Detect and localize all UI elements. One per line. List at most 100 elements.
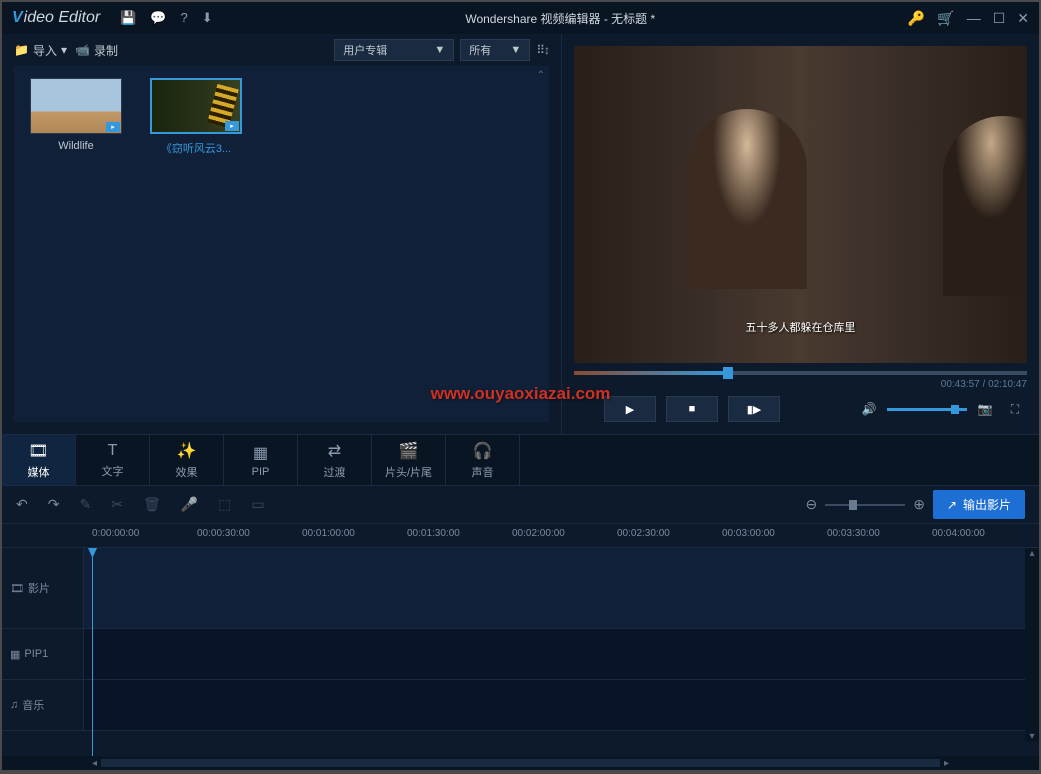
- grid-view-icon[interactable]: ⠿↕: [536, 43, 549, 57]
- cut-icon[interactable]: ✂: [111, 496, 123, 513]
- tab-transition[interactable]: ⇄过渡: [298, 435, 372, 485]
- chat-icon[interactable]: 💬: [150, 10, 166, 26]
- media-item-movie[interactable]: ▸ 《窃听风云3...: [146, 78, 246, 156]
- filter-dropdown[interactable]: 所有 ▼: [460, 39, 530, 61]
- tab-text[interactable]: T文字: [76, 435, 150, 485]
- time-tick: 00:03:30:00: [827, 528, 880, 539]
- album-dropdown[interactable]: 用户专辑 ▼: [334, 39, 454, 61]
- pip-track-icon: ▦: [10, 648, 20, 661]
- stop-button[interactable]: ■: [666, 396, 718, 422]
- snapshot-icon[interactable]: 📷: [973, 397, 997, 421]
- close-icon[interactable]: ✕: [1017, 10, 1029, 27]
- camera-icon: 📹: [75, 43, 90, 57]
- media-label: 《窃听风云3...: [146, 140, 246, 156]
- playhead[interactable]: [92, 548, 93, 756]
- chevron-down-icon: ▼: [510, 44, 521, 56]
- media-label: Wildlife: [26, 140, 126, 152]
- scroll-right-icon[interactable]: ▸: [944, 758, 949, 769]
- track-content[interactable]: [84, 548, 1039, 628]
- vertical-scrollbar[interactable]: ▴ ▾: [1025, 548, 1039, 742]
- zoom-slider[interactable]: [825, 504, 905, 506]
- maximize-icon[interactable]: ☐: [993, 10, 1006, 27]
- logo-v: V: [12, 9, 23, 27]
- aspect-icon[interactable]: ▭: [251, 496, 264, 513]
- time-tick: 00:03:00:00: [722, 528, 775, 539]
- volume-slider[interactable]: [887, 408, 967, 411]
- next-frame-button[interactable]: ▮▶: [728, 396, 780, 422]
- save-icon[interactable]: 💾: [120, 10, 136, 26]
- redo-icon[interactable]: ↷: [48, 496, 60, 513]
- import-button[interactable]: 📁 导入 ▾: [14, 42, 67, 59]
- scroll-left-icon[interactable]: ◂: [92, 758, 97, 769]
- minimize-icon[interactable]: —: [967, 10, 981, 26]
- video-progress[interactable]: [574, 371, 1027, 375]
- intro-icon: 🎬: [399, 441, 419, 461]
- track-pip: ▦PIP1: [2, 629, 1039, 680]
- time-tick: 00:00:30:00: [197, 528, 250, 539]
- pip-icon: ▦: [253, 443, 268, 463]
- progress-handle[interactable]: [723, 367, 733, 379]
- video-track-icon: 🎞: [10, 582, 24, 595]
- sound-icon: 🎧: [473, 441, 493, 461]
- edit-icon[interactable]: ✎: [79, 496, 91, 513]
- video-badge-icon: ▸: [225, 121, 239, 131]
- record-button[interactable]: 📹 录制: [75, 42, 118, 59]
- time-tick: 00:04:00:00: [932, 528, 985, 539]
- time-tick: 00:02:00:00: [512, 528, 565, 539]
- delete-icon[interactable]: 🗑: [143, 496, 161, 513]
- media-grid: ⌃ ▸ Wildlife ▸ 《窃听风云3...: [14, 66, 549, 422]
- time-tick: 00:01:30:00: [407, 528, 460, 539]
- tab-effects[interactable]: ✨效果: [150, 435, 224, 485]
- titlebar: V ideo Editor 💾 💬 ? ⬇ Wondershare 视频编辑器 …: [2, 2, 1039, 34]
- transition-icon: ⇄: [328, 441, 341, 461]
- tab-pip[interactable]: ▦PIP: [224, 435, 298, 485]
- fullscreen-icon[interactable]: ⛶: [1003, 397, 1027, 421]
- zoom-out-icon[interactable]: ⊖: [805, 496, 817, 513]
- time-tick: 0:00:00:00: [92, 528, 139, 539]
- media-panel: 📁 导入 ▾ 📹 录制 用户专辑 ▼ 所有 ▼: [2, 34, 562, 434]
- export-button[interactable]: ↗ 输出影片: [933, 490, 1025, 519]
- tab-sound[interactable]: 🎧声音: [446, 435, 520, 485]
- video-subtitle: 五十多人都躲在仓库里: [746, 319, 856, 335]
- key-icon[interactable]: 🔑: [908, 10, 925, 27]
- scroll-up-icon[interactable]: ⌃: [537, 70, 545, 81]
- track-content[interactable]: [84, 680, 1039, 730]
- logo-text: ideo Editor: [24, 9, 101, 27]
- timeline: 0:00:00:00 00:00:30:00 00:01:00:00 00:01…: [2, 524, 1039, 770]
- tab-intro[interactable]: 🎬片头/片尾: [372, 435, 446, 485]
- undo-icon[interactable]: ↶: [16, 496, 28, 513]
- help-icon[interactable]: ?: [181, 10, 188, 26]
- time-tick: 00:01:00:00: [302, 528, 355, 539]
- export-icon: ↗: [947, 498, 957, 512]
- time-tick: 00:02:30:00: [617, 528, 670, 539]
- chevron-down-icon: ▾: [61, 43, 67, 57]
- crop-icon[interactable]: ⬚: [218, 496, 231, 513]
- track-content[interactable]: [84, 629, 1039, 679]
- tab-bar: 🎞媒体 T文字 ✨效果 ▦PIP ⇄过渡 🎬片头/片尾 🎧声音: [2, 434, 1039, 486]
- chevron-down-icon: ▼: [434, 44, 445, 56]
- play-button[interactable]: ▶: [604, 396, 656, 422]
- track-video: 🎞影片: [2, 548, 1039, 629]
- music-track-icon: ♫: [10, 699, 18, 711]
- time-ruler[interactable]: 0:00:00:00 00:00:30:00 00:01:00:00 00:01…: [2, 524, 1039, 548]
- voice-icon[interactable]: 🎤: [181, 496, 198, 513]
- media-icon: 🎞: [28, 441, 48, 461]
- window-title: Wondershare 视频编辑器 - 无标题 *: [213, 10, 908, 27]
- track-music: ♫音乐: [2, 680, 1039, 731]
- scroll-down-icon[interactable]: ▾: [1029, 731, 1034, 742]
- scroll-up-icon[interactable]: ▴: [1029, 548, 1034, 559]
- effects-icon: ✨: [177, 441, 197, 461]
- tab-media[interactable]: 🎞媒体: [2, 435, 76, 485]
- horizontal-scrollbar[interactable]: ◂ ▸: [2, 756, 1039, 770]
- text-icon: T: [108, 442, 118, 460]
- media-item-wildlife[interactable]: ▸ Wildlife: [26, 78, 126, 152]
- volume-icon[interactable]: 🔊: [857, 397, 881, 421]
- timeline-toolbar: ↶ ↷ ✎ ✂ 🗑 🎤 ⬚ ▭ ⊖ ⊕ ↗ 输出影片: [2, 486, 1039, 524]
- preview-panel: 五十多人都躲在仓库里 00:43:57 / 02:10:47 ▶ ■ ▮▶: [562, 34, 1039, 434]
- download-icon[interactable]: ⬇: [202, 10, 213, 26]
- folder-icon: 📁: [14, 43, 29, 57]
- cart-icon[interactable]: 🛒: [937, 10, 954, 27]
- preview-video[interactable]: 五十多人都躲在仓库里: [574, 46, 1027, 363]
- zoom-in-icon[interactable]: ⊕: [913, 496, 925, 513]
- time-display: 00:43:57 / 02:10:47: [574, 379, 1027, 390]
